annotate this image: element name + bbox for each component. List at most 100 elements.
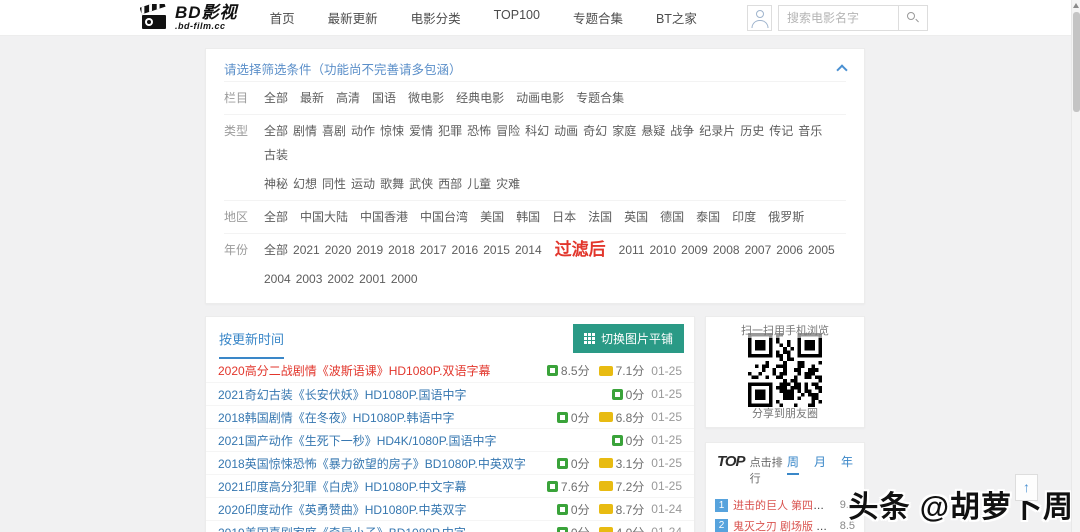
filter-option[interactable]: 2000 xyxy=(391,270,418,289)
movie-title-link[interactable]: 2018英国惊悚恐怖《暴力欲望的房子》BD1080P.中英双字 xyxy=(218,455,543,472)
filter-option[interactable]: 儿童 xyxy=(467,175,491,194)
rank-tab-month[interactable]: 月 xyxy=(814,453,826,475)
toggle-tile-view-button[interactable]: 切换图片平铺 xyxy=(572,324,684,353)
filter-option[interactable]: 美国 xyxy=(480,208,504,227)
filter-option[interactable]: 中国香港 xyxy=(360,208,408,227)
rank-tab-year[interactable]: 年 xyxy=(841,453,853,475)
nav-item-home[interactable]: 首页 xyxy=(270,8,295,27)
filter-option[interactable]: 悬疑 xyxy=(641,122,665,141)
filter-option[interactable]: 俄罗斯 xyxy=(768,208,804,227)
filter-option[interactable]: 惊悚 xyxy=(380,122,404,141)
movie-title-link[interactable]: 2021国产动作《生死下一秒》HD4K/1080P.国语中字 xyxy=(218,432,598,449)
filter-option[interactable]: 西部 xyxy=(438,175,462,194)
filter-option[interactable]: 日本 xyxy=(552,208,576,227)
filter-option[interactable]: 2008 xyxy=(713,241,740,260)
filter-option[interactable]: 2011 xyxy=(619,241,645,260)
nav-item-collections[interactable]: 专题合集 xyxy=(573,8,623,27)
movie-title-link[interactable]: 2019美国喜剧家庭《奇异小子》BD1080P.中字 xyxy=(218,524,543,532)
filter-option[interactable]: 科幻 xyxy=(525,122,549,141)
filter-option[interactable]: 2016 xyxy=(452,241,479,260)
rank-title-link[interactable]: 鬼灭之刃 剧场版 无限列车篇... xyxy=(733,518,833,532)
filter-option[interactable]: 神秘 xyxy=(264,175,288,194)
filter-option[interactable]: 喜剧 xyxy=(322,122,346,141)
filter-option[interactable]: 2021 xyxy=(293,241,320,260)
filter-option[interactable]: 2006 xyxy=(776,241,803,260)
nav-item-top100[interactable]: TOP100 xyxy=(494,8,540,27)
nav-item-latest[interactable]: 最新更新 xyxy=(328,8,378,27)
filter-option[interactable]: 2020 xyxy=(325,241,352,260)
filter-option[interactable]: 经典电影 xyxy=(456,89,504,108)
chevron-up-icon[interactable] xyxy=(836,64,848,76)
filter-option[interactable]: 奇幻 xyxy=(583,122,607,141)
movie-title-link[interactable]: 2021印度高分犯罪《白虎》HD1080P.中文字幕 xyxy=(218,478,533,495)
filter-option[interactable]: 冒险 xyxy=(496,122,520,141)
filter-option[interactable]: 全部 xyxy=(264,89,288,108)
filter-option[interactable]: 歌舞 xyxy=(380,175,404,194)
filter-option[interactable]: 2019 xyxy=(356,241,383,260)
filter-option[interactable]: 2004 xyxy=(264,270,291,289)
filter-option[interactable]: 最新 xyxy=(300,89,324,108)
scrollbar-up-arrow-icon[interactable] xyxy=(1073,3,1079,8)
filter-option[interactable]: 全部 xyxy=(264,208,288,227)
filter-option[interactable]: 德国 xyxy=(660,208,684,227)
scrollbar[interactable] xyxy=(1071,0,1080,532)
filter-option[interactable]: 2005 xyxy=(808,241,835,260)
search-input[interactable] xyxy=(778,5,898,31)
filter-option[interactable]: 历史 xyxy=(740,122,764,141)
filter-option[interactable]: 2002 xyxy=(327,270,354,289)
filter-option[interactable]: 剧情 xyxy=(293,122,317,141)
filter-option[interactable]: 灾难 xyxy=(496,175,520,194)
filter-option[interactable]: 法国 xyxy=(588,208,612,227)
filter-option[interactable]: 2015 xyxy=(483,241,510,260)
filter-option[interactable]: 印度 xyxy=(732,208,756,227)
filter-option[interactable]: 2014 xyxy=(515,241,542,260)
filter-option[interactable]: 犯罪 xyxy=(438,122,462,141)
filter-option[interactable]: 纪录片 xyxy=(699,122,735,141)
filter-option[interactable]: 2009 xyxy=(681,241,708,260)
filter-option[interactable]: 同性 xyxy=(322,175,346,194)
filter-option[interactable]: 2007 xyxy=(745,241,772,260)
filter-option[interactable]: 全部 xyxy=(264,122,288,141)
filter-option[interactable]: 古装 xyxy=(264,146,288,165)
filter-option[interactable]: 2018 xyxy=(388,241,415,260)
filter-option[interactable]: 动作 xyxy=(351,122,375,141)
search-button[interactable] xyxy=(898,5,928,31)
filter-option[interactable]: 2010 xyxy=(649,241,676,260)
filter-option[interactable]: 武侠 xyxy=(409,175,433,194)
filter-option[interactable]: 战争 xyxy=(670,122,694,141)
nav-item-bt-home[interactable]: BT之家 xyxy=(656,8,697,27)
filter-option[interactable]: 高清 xyxy=(336,89,360,108)
rank-tab-week[interactable]: 周 xyxy=(786,453,799,475)
filter-option[interactable]: 动画 xyxy=(554,122,578,141)
filter-option[interactable]: 专题合集 xyxy=(576,89,624,108)
filter-option[interactable]: 微电影 xyxy=(408,89,444,108)
filter-option[interactable]: 2003 xyxy=(296,270,323,289)
movie-title-link[interactable]: 2020印度动作《英勇赞曲》HD1080P.中英双字 xyxy=(218,501,543,518)
filter-option[interactable]: 全部 xyxy=(264,241,288,260)
site-logo[interactable]: BD影视 .bd-film.cc xyxy=(140,3,238,32)
nav-item-categories[interactable]: 电影分类 xyxy=(411,8,461,27)
filter-option[interactable]: 运动 xyxy=(351,175,375,194)
filter-option[interactable]: 2001 xyxy=(359,270,386,289)
movie-title-link[interactable]: 2021奇幻古装《长安伏妖》HD1080P.国语中字 xyxy=(218,386,598,403)
movie-title-link[interactable]: 2020高分二战剧情《波斯语课》HD1080P.双语字幕 xyxy=(218,362,533,379)
filter-option[interactable]: 英国 xyxy=(624,208,648,227)
filter-option[interactable]: 韩国 xyxy=(516,208,540,227)
movie-title-link[interactable]: 2018韩国剧情《在冬夜》HD1080P.韩语中字 xyxy=(218,409,543,426)
filter-option[interactable]: 家庭 xyxy=(612,122,636,141)
filter-option[interactable]: 音乐 xyxy=(798,122,822,141)
rank-title-link[interactable]: 进击的巨人 第四季 2020高分... xyxy=(733,497,833,513)
filter-option[interactable]: 恐怖 xyxy=(467,122,491,141)
filter-option[interactable]: 中国大陆 xyxy=(300,208,348,227)
user-account-button[interactable] xyxy=(747,5,772,31)
back-to-top-button[interactable]: ↑ xyxy=(1015,474,1038,501)
filter-option[interactable]: 动画电影 xyxy=(516,89,564,108)
tab-by-update-time[interactable]: 按更新时间 xyxy=(219,329,285,359)
filter-option[interactable]: 传记 xyxy=(769,122,793,141)
scrollbar-thumb[interactable] xyxy=(1073,12,1080,112)
filter-option[interactable]: 2017 xyxy=(420,241,447,260)
filter-option[interactable]: 爱情 xyxy=(409,122,433,141)
filter-option[interactable]: 国语 xyxy=(372,89,396,108)
filter-option[interactable]: 泰国 xyxy=(696,208,720,227)
filter-option[interactable]: 中国台湾 xyxy=(420,208,468,227)
